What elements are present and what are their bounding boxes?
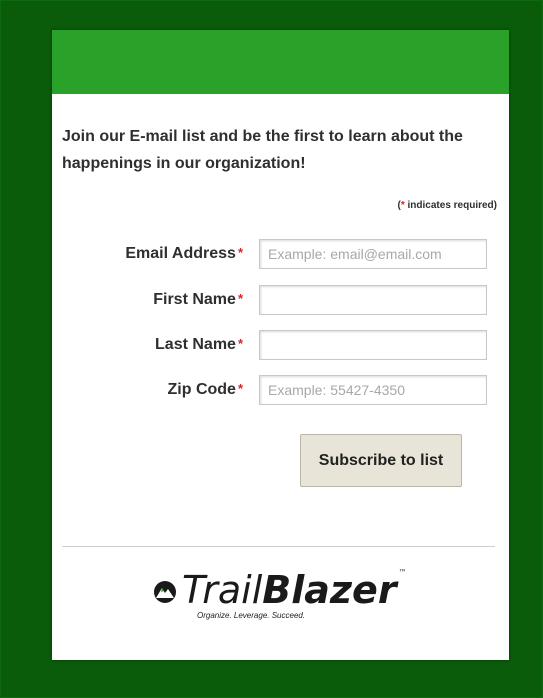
first-name-row: First Name * <box>52 285 509 317</box>
first-name-label: First Name * <box>153 291 243 308</box>
required-star: * <box>237 245 243 260</box>
logo-tagline: Organize. Leverage. Succeed. <box>197 611 306 620</box>
mountain-icon <box>154 581 176 603</box>
zip-code-field[interactable] <box>259 375 487 405</box>
logo-wordmark: TrailBlazer ™ <box>182 568 407 612</box>
subscribe-button[interactable]: Subscribe to list <box>300 434 462 487</box>
zip-code-label: Zip Code * <box>167 381 244 398</box>
header-banner <box>52 30 509 94</box>
required-star: * <box>237 381 243 396</box>
required-note: (* indicates required) <box>397 200 498 211</box>
signup-form-card: Join our E-mail list and be the first to… <box>52 30 509 660</box>
intro-text: Join our E-mail list and be the first to… <box>62 128 463 172</box>
required-star: * <box>237 291 243 306</box>
last-name-row: Last Name * <box>52 330 509 362</box>
email-label: Email Address * <box>125 245 243 262</box>
zip-code-row: Zip Code * <box>52 375 509 407</box>
trailblazer-logo: TrailBlazer ™ Organize. Leverage. Succeed… <box>152 568 407 628</box>
email-row: Email Address * <box>52 239 509 271</box>
last-name-label: Last Name * <box>155 336 243 353</box>
divider <box>62 546 495 547</box>
first-name-field[interactable] <box>259 285 487 315</box>
last-name-field[interactable] <box>259 330 487 360</box>
required-star: * <box>237 336 243 351</box>
email-field[interactable] <box>259 239 487 269</box>
